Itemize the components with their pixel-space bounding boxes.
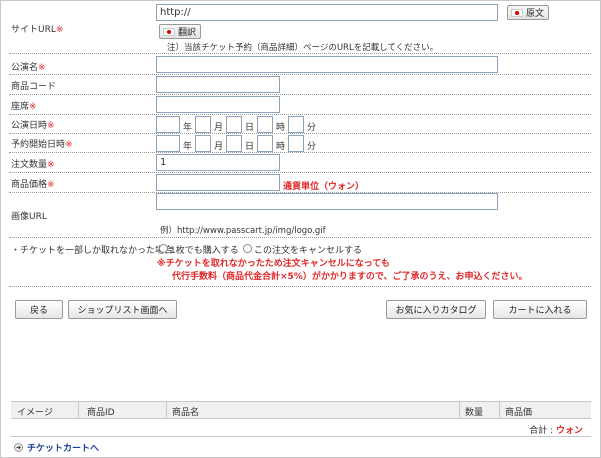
performance-date-label: 公演日時※ <box>11 121 55 131</box>
performance-day-input[interactable] <box>226 116 242 133</box>
performance-year-input[interactable] <box>156 116 180 133</box>
year-unit: 年 <box>183 142 193 152</box>
translate-button[interactable]: 翻訳 <box>159 24 202 39</box>
product-code-input[interactable] <box>156 76 280 93</box>
cancel-order-radio[interactable] <box>243 244 252 253</box>
hour-unit: 時 <box>276 142 286 152</box>
performance-name-input[interactable] <box>156 56 498 73</box>
divider <box>9 172 591 173</box>
reservation-minute-input[interactable] <box>288 135 304 152</box>
day-unit: 日 <box>245 142 255 152</box>
reservation-start-label: 予約開始日時※ <box>11 140 73 150</box>
cancel-warning-line2: 代行手数料（商品代金合計×5%）がかかりますので、ご了承のうえ、お申込ください。 <box>172 272 528 282</box>
arrow-bullet-icon <box>14 443 23 452</box>
divider <box>9 53 591 54</box>
product-price-input[interactable] <box>156 174 280 191</box>
column-separator <box>499 402 500 418</box>
site-url-input[interactable] <box>156 4 498 21</box>
product-code-label: 商品コード <box>11 82 57 92</box>
reservation-day-input[interactable] <box>226 135 242 152</box>
image-url-label: 画像URL <box>11 212 47 222</box>
column-separator <box>166 402 167 418</box>
currency-note: 通貨単位（ウォン） <box>283 182 365 192</box>
column-product-id: 商品ID <box>87 408 115 418</box>
day-unit: 日 <box>245 123 255 133</box>
performance-month-input[interactable] <box>195 116 211 133</box>
ticket-cart-link[interactable]: チケットカートへ <box>14 441 99 454</box>
month-unit: 月 <box>214 123 224 133</box>
cart-table-header: イメージ 商品ID 商品名 数量 商品価 <box>11 401 591 419</box>
site-url-note: 注）当該チケット予約（商品詳細）ページのURLを記載してください。 <box>167 43 439 53</box>
site-url-label: サイトURL※ <box>11 25 64 35</box>
minute-unit: 分 <box>307 123 317 133</box>
order-quantity-label: 注文数量※ <box>11 160 55 170</box>
column-image: イメージ <box>17 408 53 418</box>
seat-input[interactable] <box>156 96 280 113</box>
reservation-year-input[interactable] <box>156 135 180 152</box>
column-product-name: 商品名 <box>172 408 200 418</box>
column-separator <box>459 402 460 418</box>
add-to-cart-button[interactable]: カートに入れる <box>493 300 587 319</box>
cart-total-row: 合計 : ウォン <box>11 419 591 437</box>
hour-unit: 時 <box>276 123 286 133</box>
divider <box>9 94 591 95</box>
image-url-example: 例）http://www.passcart.jp/img/logo.gif <box>160 226 326 236</box>
partial-ticket-label: ・チケットを一部しか取れなかった場合 <box>11 246 174 256</box>
product-price-label: 商品価格※ <box>11 180 55 190</box>
reservation-month-input[interactable] <box>195 135 211 152</box>
buy-one-label: 1枚でも購入する <box>170 246 239 256</box>
performance-hour-input[interactable] <box>257 116 273 133</box>
japan-flag-icon <box>511 8 523 17</box>
performance-name-label: 公演名※ <box>11 63 46 73</box>
ticket-cart-link-label[interactable]: チケットカートへ <box>27 441 99 454</box>
column-separator <box>78 402 79 418</box>
cart-total-currency: ウォン <box>555 426 583 436</box>
order-quantity-input[interactable] <box>156 154 280 171</box>
image-url-input[interactable] <box>156 193 498 210</box>
column-quantity: 数量 <box>465 408 484 418</box>
cancel-order-label: この注文をキャンセルする <box>254 246 363 256</box>
minute-unit: 分 <box>307 142 317 152</box>
back-button[interactable]: 戻る <box>15 300 63 319</box>
month-unit: 月 <box>214 142 224 152</box>
original-text-button[interactable]: 原文 <box>507 5 550 20</box>
performance-minute-input[interactable] <box>288 116 304 133</box>
column-price: 商品価 <box>505 408 533 418</box>
buy-one-radio[interactable] <box>159 244 168 253</box>
cart-total: 合計 : ウォン <box>529 426 583 436</box>
divider <box>9 114 591 115</box>
reservation-hour-input[interactable] <box>257 135 273 152</box>
seat-label: 座席※ <box>11 102 37 112</box>
shop-list-button[interactable]: ショップリスト画面へ <box>68 300 177 319</box>
divider <box>9 133 591 134</box>
divider <box>9 74 591 75</box>
divider <box>9 237 591 238</box>
divider <box>9 286 591 287</box>
year-unit: 年 <box>183 123 193 133</box>
cancel-warning-line1: ※チケットを取れなかったため注文キャンセルになっても <box>157 259 390 269</box>
favorite-catalog-button[interactable]: お気に入りカタログ <box>386 300 486 319</box>
divider <box>9 152 591 153</box>
japan-flag-icon <box>163 27 175 36</box>
